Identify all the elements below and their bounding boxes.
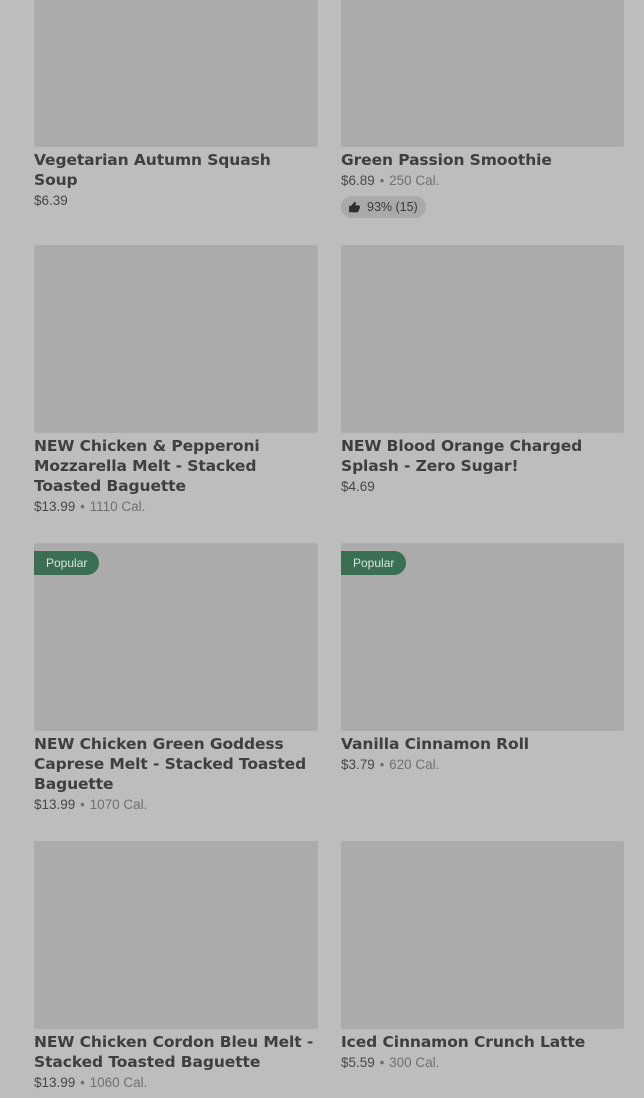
menu-item-card[interactable]: Vegetarian Autumn Squash Soup $6.39 xyxy=(34,0,318,210)
menu-item-image: Popular xyxy=(34,543,318,731)
menu-item-meta: $13.99 • 1110 Cal. xyxy=(34,498,318,516)
meta-separator: • xyxy=(379,1055,385,1070)
menu-item-name: Green Passion Smoothie xyxy=(341,151,552,169)
menu-item-image xyxy=(341,841,624,1029)
menu-item-image xyxy=(341,0,624,147)
menu-item-price: $13.99 xyxy=(34,797,76,812)
menu-item-meta: $6.89 • 250 Cal. xyxy=(341,172,624,190)
menu-item-meta: $13.99 • 1060 Cal. xyxy=(34,1074,318,1092)
menu-item-card[interactable]: Green Passion Smoothie $6.89 • 250 Cal. … xyxy=(341,0,624,219)
menu-item-price: $6.39 xyxy=(34,193,68,208)
menu-item-meta: $3.79 • 620 Cal. xyxy=(341,756,624,774)
menu-item-name: NEW Chicken Cordon Bleu Melt - Stacked T… xyxy=(34,1033,314,1071)
menu-item-name: Iced Cinnamon Crunch Latte xyxy=(341,1033,586,1051)
meta-separator: • xyxy=(80,1075,85,1090)
menu-item-calories: 1110 Cal. xyxy=(89,499,146,514)
rating-badge: 93% (15) xyxy=(341,196,426,218)
menu-item-meta: $6.39 xyxy=(34,192,318,210)
menu-item-calories: 250 Cal. xyxy=(389,173,440,188)
menu-item-calories: 620 Cal. xyxy=(389,757,440,772)
menu-item-price: $4.69 xyxy=(341,479,375,494)
menu-item-card[interactable]: Iced Cinnamon Crunch Latte $5.59 • 300 C… xyxy=(341,841,624,1072)
menu-item-image xyxy=(34,841,318,1029)
menu-item-card[interactable]: NEW Blood Orange Charged Splash - Zero S… xyxy=(341,245,624,496)
menu-item-price: $13.99 xyxy=(34,499,76,514)
menu-item-name: NEW Chicken & Pepperoni Mozzarella Melt … xyxy=(34,437,260,495)
menu-item-name: Vanilla Cinnamon Roll xyxy=(341,735,529,753)
thumbs-up-icon xyxy=(349,201,360,212)
menu-item-meta: $5.59 • 300 Cal. xyxy=(341,1054,624,1072)
menu-item-calories: 1060 Cal. xyxy=(89,1075,148,1090)
menu-item-card[interactable]: NEW Chicken & Pepperoni Mozzarella Melt … xyxy=(34,245,318,516)
menu-item-calories: 1070 Cal. xyxy=(89,797,148,812)
meta-separator: • xyxy=(80,797,85,812)
meta-separator: • xyxy=(379,757,385,772)
menu-item-price: $5.59 xyxy=(341,1055,375,1070)
menu-item-card[interactable]: Popular NEW Chicken Green Goddess Capres… xyxy=(34,543,318,814)
menu-item-name: Vegetarian Autumn Squash Soup xyxy=(34,151,271,189)
menu-item-card[interactable]: Popular Vanilla Cinnamon Roll $3.79 • 62… xyxy=(341,543,624,774)
popular-badge: Popular xyxy=(341,551,407,575)
menu-item-price: $13.99 xyxy=(34,1075,76,1090)
menu-item-name: NEW Chicken Green Goddess Caprese Melt -… xyxy=(34,735,307,793)
menu-item-meta: $13.99 • 1070 Cal. xyxy=(34,796,318,814)
menu-item-card[interactable]: NEW Chicken Cordon Bleu Melt - Stacked T… xyxy=(34,841,318,1092)
rating-text: 93% (15) xyxy=(367,200,418,214)
menu-grid: Vegetarian Autumn Squash Soup $6.39 Gree… xyxy=(0,0,644,1098)
menu-item-image xyxy=(34,0,318,147)
menu-item-image xyxy=(34,245,318,433)
menu-item-name: NEW Blood Orange Charged Splash - Zero S… xyxy=(341,437,583,475)
menu-item-meta: $4.69 xyxy=(341,478,624,496)
menu-item-image xyxy=(341,245,624,433)
menu-item-price: $6.89 xyxy=(341,173,375,188)
menu-item-calories: 300 Cal. xyxy=(389,1055,440,1070)
meta-separator: • xyxy=(379,173,385,188)
meta-separator: • xyxy=(80,499,85,514)
menu-item-price: $3.79 xyxy=(341,757,375,772)
menu-item-image: Popular xyxy=(341,543,624,731)
popular-badge: Popular xyxy=(34,551,100,575)
